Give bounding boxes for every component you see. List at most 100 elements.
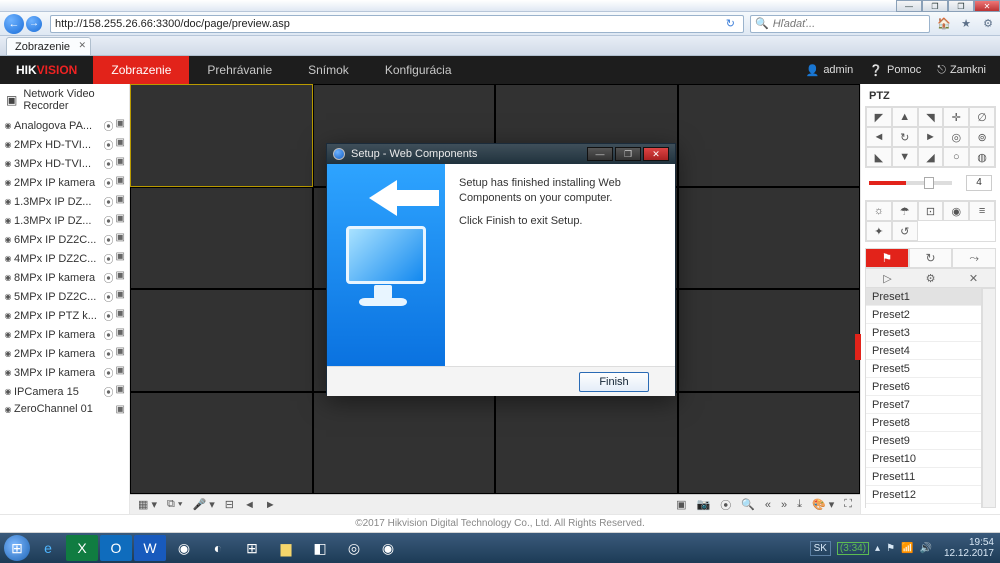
preset-row[interactable]: Preset12	[866, 486, 981, 504]
tab-close-icon[interactable]: ✕	[79, 40, 87, 51]
preset-row[interactable]: Preset6	[866, 378, 981, 396]
tray-time[interactable]: 19:54	[969, 537, 994, 548]
download-button[interactable]: ⤓	[797, 498, 802, 511]
ptz-zoom-in[interactable]: ✛	[943, 107, 969, 127]
preset-row[interactable]: Preset4	[866, 342, 981, 360]
video-cell[interactable]	[313, 392, 496, 495]
camera-row[interactable]: ◉5MPx IP DZ2C...⦿▣	[0, 287, 129, 306]
ptz-iris-close[interactable]: ◍	[969, 147, 995, 167]
taskbar-app4-icon[interactable]: ◎	[338, 535, 370, 561]
ptz-focus-near[interactable]: ◎	[943, 127, 969, 147]
ptz-down-left[interactable]: ◣	[866, 147, 892, 167]
camera-play-icon[interactable]: ⦿	[104, 365, 114, 380]
camera-play-icon[interactable]: ⦿	[104, 137, 114, 152]
panel-collapse-handle[interactable]	[855, 334, 861, 360]
nav-zobrazenie[interactable]: Zobrazenie	[93, 56, 189, 84]
browser-back-button[interactable]: ←	[4, 14, 24, 34]
next-page-button[interactable]: ►	[265, 499, 276, 511]
stop-all-button[interactable]: ▣	[676, 498, 686, 511]
ptz-left[interactable]: ◄	[866, 127, 892, 147]
video-cell[interactable]	[678, 392, 861, 495]
ptz-light-button[interactable]: ☼	[866, 201, 892, 221]
preset-del-button[interactable]: ✕	[952, 269, 995, 287]
camera-row[interactable]: ◉2MPx IP PTZ k...⦿▣	[0, 306, 129, 325]
camera-record-icon[interactable]: ▣	[116, 251, 125, 266]
taskbar-app1-icon[interactable]: ◐	[202, 535, 234, 561]
nav-prehrávanie[interactable]: Prehrávanie	[189, 56, 290, 84]
ptz-track-button[interactable]: ◉	[943, 201, 969, 221]
camera-record-icon[interactable]: ▣	[116, 365, 125, 380]
ptz-right[interactable]: ►	[918, 127, 944, 147]
camera-record-icon[interactable]: ▣	[116, 384, 125, 399]
ptz-iris-open[interactable]: ○	[943, 147, 969, 167]
address-bar[interactable]: http://158.255.26.66:3300/doc/page/previ…	[50, 15, 744, 33]
camera-play-icon[interactable]: ⦿	[104, 118, 114, 133]
tray-show-hidden-icon[interactable]: ▴	[875, 543, 880, 554]
tray-flag-icon[interactable]: ⚑	[886, 543, 895, 554]
language-indicator[interactable]: SK	[810, 541, 831, 556]
camera-row[interactable]: ◉4MPx IP DZ2C...⦿▣	[0, 249, 129, 268]
video-cell[interactable]	[495, 392, 678, 495]
start-button[interactable]: ⊞	[4, 535, 30, 561]
camera-play-icon[interactable]: ⦿	[104, 384, 114, 399]
ptz-speed-slider[interactable]: 4	[869, 174, 992, 192]
nvr-title-row[interactable]: ▣ Network Video Recorder	[0, 84, 129, 116]
taskbar-app2-icon[interactable]: ⊞	[236, 535, 268, 561]
user-menu[interactable]: 👤admin	[806, 64, 854, 77]
browser-search-box[interactable]: 🔍 Hľadať...	[750, 15, 930, 33]
taskbar-excel-icon[interactable]: X	[66, 535, 98, 561]
camera-row[interactable]: ◉Analogova PA...⦿▣	[0, 116, 129, 135]
camera-row[interactable]: ◉3MPx IP kamera⦿▣	[0, 363, 129, 382]
camera-play-icon[interactable]: ⦿	[104, 289, 114, 304]
video-cell[interactable]	[678, 84, 861, 187]
ptz-down-right[interactable]: ◢	[918, 147, 944, 167]
os-maximize-button[interactable]: ❐	[948, 0, 974, 12]
preset-row[interactable]: Preset1	[866, 288, 981, 306]
preset-row[interactable]: Preset5	[866, 360, 981, 378]
ptz-menu-button[interactable]: ≡	[969, 201, 995, 221]
camera-record-icon[interactable]: ▣	[116, 232, 125, 247]
home-icon[interactable]: 🏠	[936, 17, 952, 30]
camera-record-icon[interactable]: ▣	[116, 137, 125, 152]
ptz-zoom-out[interactable]: ∅	[969, 107, 995, 127]
ptz-patrol-button[interactable]: ↺	[892, 221, 918, 241]
record-button[interactable]: ⦿	[720, 497, 731, 513]
taskbar-word-icon[interactable]: W	[134, 535, 166, 561]
prev-frame-button[interactable]: «	[765, 499, 771, 511]
camera-row[interactable]: ◉2MPx IP kamera⦿▣	[0, 173, 129, 192]
prev-page-button[interactable]: ◄	[244, 499, 255, 511]
ptz-auto[interactable]: ↻	[892, 127, 918, 147]
dialog-close-button[interactable]: ✕	[643, 147, 669, 161]
video-cell[interactable]	[130, 187, 313, 290]
preset-scrollbar[interactable]	[982, 288, 996, 508]
ptz-up[interactable]: ▲	[892, 107, 918, 127]
taskbar-explorer-icon[interactable]: ▆	[270, 535, 302, 561]
browser-forward-button[interactable]: →	[26, 16, 42, 32]
os-restore-button[interactable]: ❐	[922, 0, 948, 12]
dialog-titlebar[interactable]: Setup - Web Components — ❐ ✕	[327, 144, 675, 164]
ptz-lock-button[interactable]: ⊟	[225, 498, 234, 511]
ptz-up-right[interactable]: ◥	[918, 107, 944, 127]
camera-record-icon[interactable]: ▣	[116, 156, 125, 171]
camera-play-icon[interactable]: ⦿	[104, 156, 114, 171]
tab-pattern[interactable]: ⤳	[952, 248, 996, 268]
snapshot-button[interactable]: 📷	[696, 498, 710, 511]
layout-button[interactable]: ▦ ▾	[138, 498, 157, 511]
camera-play-icon[interactable]: ⦿	[104, 270, 114, 285]
preset-row[interactable]: Preset7	[866, 396, 981, 414]
camera-record-icon[interactable]: ▣	[116, 118, 125, 133]
video-cell[interactable]	[678, 289, 861, 392]
fullscreen-button[interactable]: ⛶	[844, 498, 852, 511]
tray-date[interactable]: 12.12.2017	[944, 548, 994, 559]
camera-play-icon[interactable]: ⦿	[104, 346, 114, 361]
zoom-in-button[interactable]: 🔍	[741, 498, 755, 511]
camera-record-icon[interactable]: ▣	[116, 346, 125, 361]
tools-icon[interactable]: ⚙	[980, 17, 996, 30]
taskbar-app3-icon[interactable]: ◧	[304, 535, 336, 561]
nav-snímok[interactable]: Snímok	[290, 56, 367, 84]
taskbar-app5-icon[interactable]: ◉	[372, 535, 404, 561]
stream-button[interactable]: ⧉ ▾	[167, 498, 183, 511]
taskbar-outlook-icon[interactable]: O	[100, 535, 132, 561]
refresh-icon[interactable]: ↻	[722, 17, 739, 30]
camera-record-icon[interactable]: ▣	[116, 270, 125, 285]
